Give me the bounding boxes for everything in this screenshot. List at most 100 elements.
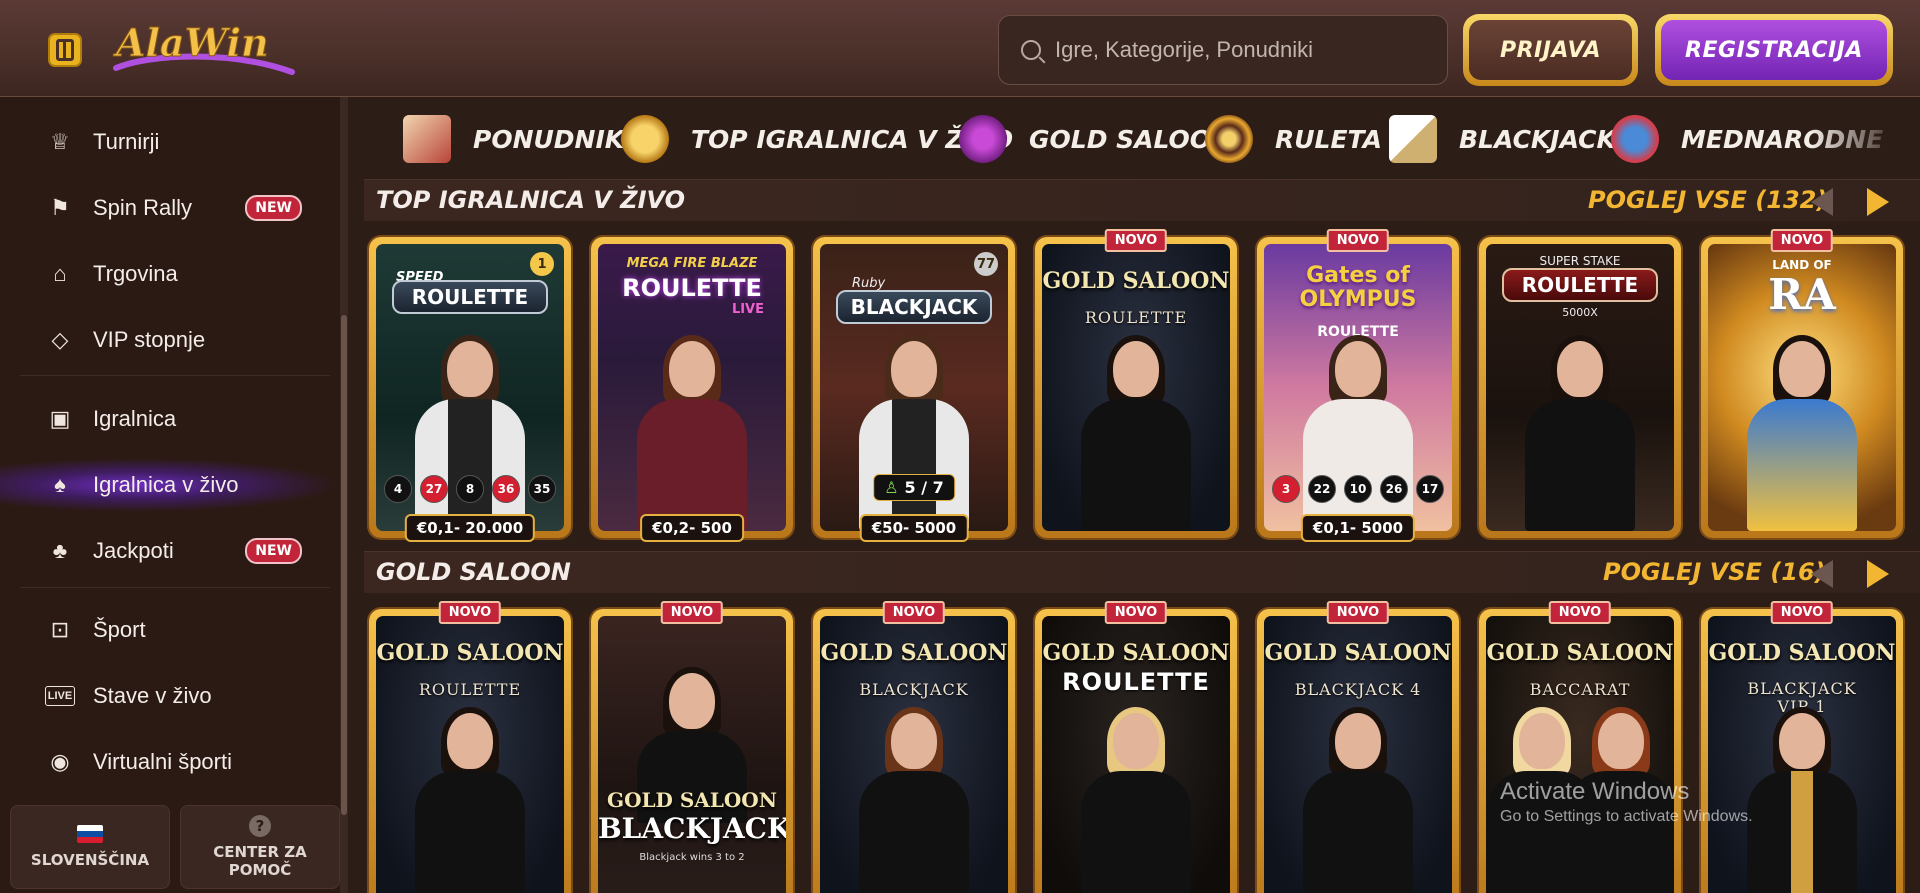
card-title: GOLD SALOON <box>1042 268 1230 294</box>
site-logo[interactable]: AlaWin <box>110 14 300 80</box>
dealer-image <box>405 707 535 893</box>
category-blackjack[interactable]: BLACKJACK <box>1389 111 1616 167</box>
card-title: GOLD SALOON <box>820 640 1008 666</box>
number-chip: 26 <box>1380 475 1408 503</box>
bet-limit: €50- 5000 <box>859 514 969 542</box>
card-title: ROULETTE <box>1502 268 1658 302</box>
sidebar-item-sport[interactable]: ⊡ Šport <box>0 603 338 657</box>
sidebar-item-label: Stave v živo <box>93 683 212 708</box>
game-card-gold-saloon-blackjack-4[interactable]: NOVO GOLD SALOON BLACKJACK 4 <box>1257 601 1459 893</box>
game-card-gold-saloon-blackjack-vip-1[interactable]: NOVO GOLD SALOON BLACKJACK VIP 1 <box>1701 601 1903 893</box>
prev-arrow-icon[interactable] <box>1806 558 1838 590</box>
sidebar-item-virtualni-sporti[interactable]: ◉ Virtualni športi <box>0 735 338 789</box>
card-title: GOLD SALOON <box>1486 640 1674 666</box>
sidebar-item-label: Šport <box>93 617 146 642</box>
dealer-image <box>849 707 979 893</box>
prev-arrow-icon[interactable] <box>1806 186 1838 218</box>
game-card-gold-saloon-roulette[interactable]: NOVO GOLD SALOON ROULETTE <box>1035 229 1237 538</box>
sidebar-item-spin-rally[interactable]: ⚑ Spin Rally NEW <box>0 181 338 235</box>
novo-badge: NOVO <box>660 601 724 624</box>
sidebar-toggle-button[interactable] <box>48 33 82 67</box>
fleur-de-lis-icon <box>959 115 1007 163</box>
category-ruleta[interactable]: RULETA <box>1205 111 1382 167</box>
dealer-image <box>1071 335 1201 531</box>
help-label-line2: POMOČ <box>228 861 292 879</box>
login-button[interactable]: PRIJAVA <box>1463 14 1638 86</box>
sidebar-item-igralnica-v-zivo[interactable]: ♠ Igralnica v živo <box>0 458 338 512</box>
category-label: BLACKJACK <box>1459 124 1616 154</box>
live-icon: LIVE <box>45 686 75 706</box>
globe-icon <box>1611 115 1659 163</box>
card-subtitle: BLACKJACK <box>859 680 969 699</box>
game-card-mega-fire-blaze-roulette[interactable]: MEGA FIRE BLAZE ROULETTE LIVE €0,2- 500 <box>591 237 793 542</box>
sidebar-divider <box>20 587 330 588</box>
game-card-land-of-ra[interactable]: NOVO LAND OF RA <box>1701 229 1903 538</box>
card-title: GOLD SALOON <box>1708 640 1896 666</box>
section-header-top-live: TOP IGRALNICA V ŽIVO POGLEJ VSE (132) <box>364 179 1920 221</box>
category-top-igralnica[interactable]: TOP IGRALNICA V ŽIVO <box>621 111 1013 167</box>
help-center-button[interactable]: ? CENTER ZA POMOČ <box>180 805 340 889</box>
playing-cards-icon <box>1389 115 1437 163</box>
category-nav: PONUDNIKI TOP IGRALNICA V ŽIVO GOLD SALO… <box>349 97 1920 179</box>
sidebar-item-turnirji[interactable]: ♕ Turnirji <box>0 115 338 169</box>
seats-text: 5 / 7 <box>904 478 944 497</box>
view-all-link[interactable]: POGLEJ VSE (16) <box>1603 558 1826 586</box>
view-all-link[interactable]: POGLEJ VSE (132) <box>1588 186 1827 214</box>
sidebar-scroll-thumb[interactable] <box>341 315 347 815</box>
game-card-ruby-blackjack[interactable]: 77 Ruby BLACKJACK ♙ 5 / 7 €50- 5000 <box>813 237 1015 542</box>
number-chip: 17 <box>1416 475 1444 503</box>
card-posttitle: LIVE <box>731 302 764 317</box>
search-bar[interactable] <box>998 15 1448 85</box>
diamond-icon: ◇ <box>51 327 69 352</box>
game-card-gates-of-olympus-roulette[interactable]: NOVO Gates of OLYMPUS ROULETTE 3 22 10 2… <box>1257 229 1459 542</box>
language-selector[interactable]: SLOVENŠČINA <box>10 805 170 889</box>
sidebar-item-igralnica[interactable]: ▣ Igralnica <box>0 392 338 446</box>
bet-limit: €0,2- 500 <box>640 514 744 542</box>
number-chip: 27 <box>420 475 448 503</box>
novo-badge: NOVO <box>882 601 946 624</box>
rank-badge: 1 <box>530 252 554 276</box>
card-subtitle: ROULETTE <box>418 680 522 699</box>
last-numbers: 3 22 10 26 17 <box>1272 475 1444 503</box>
register-button[interactable]: REGISTRACIJA <box>1655 14 1893 86</box>
game-card-gold-saloon-blackjack[interactable]: NOVO GOLD SALOON BLACKJACK <box>813 601 1015 893</box>
language-label: SLOVENŠČINA <box>30 851 150 869</box>
game-card-gold-saloon-baccarat[interactable]: NOVO GOLD SALOON BACCARAT <box>1479 601 1681 893</box>
next-arrow-icon[interactable] <box>1862 186 1894 218</box>
sidebar-item-vip[interactable]: ◇ VIP stopnje <box>0 313 338 367</box>
help-icon: ? <box>249 815 271 837</box>
category-gold-saloon[interactable]: GOLD SALOON <box>959 111 1232 167</box>
novo-badge: NOVO <box>1104 229 1168 252</box>
game-card-gold-saloon-blackjack-large[interactable]: NOVO GOLD SALOON BLACKJACK Blackjack win… <box>591 601 793 893</box>
category-label: GOLD SALOON <box>1029 124 1232 154</box>
slot-machine-icon: ▣ <box>49 406 71 431</box>
sidebar-item-label: Igralnica v živo <box>93 472 239 497</box>
new-badge: NEW <box>245 195 302 221</box>
sidebar-item-jackpoti[interactable]: ♣ Jackpoti NEW <box>0 524 338 578</box>
chips-icon <box>621 115 669 163</box>
game-card-gold-saloon-roulette-2[interactable]: NOVO GOLD SALOON ROULETTE <box>1035 601 1237 893</box>
top-header: AlaWin PRIJAVA REGISTRACIJA <box>0 0 1920 97</box>
shop-icon: ⌂ <box>53 261 67 286</box>
new-badge: NEW <box>245 538 302 564</box>
game-card-gold-saloon-roulette[interactable]: NOVO GOLD SALOON ROULETTE <box>369 601 571 893</box>
search-input[interactable] <box>1055 37 1435 63</box>
sidebar-item-stave-v-zivo[interactable]: LIVE Stave v živo <box>0 669 338 723</box>
sidebar-item-trgovina[interactable]: ⌂ Trgovina <box>0 247 338 301</box>
sidebar-item-label: VIP stopnje <box>93 327 206 352</box>
game-card-super-stake-roulette[interactable]: SUPER STAKE ROULETTE 5000X <box>1479 237 1681 538</box>
card-pretitle: Ruby <box>852 276 886 291</box>
card-footer: Blackjack wins 3 to 2 <box>639 852 745 863</box>
category-fade <box>1810 97 1920 179</box>
dealer-image <box>849 335 979 531</box>
sidebar-item-label: Jackpoti <box>93 538 174 563</box>
card-subtitle: BACCARAT <box>1529 680 1631 699</box>
category-ponudniki[interactable]: PONUDNIKI <box>403 111 633 167</box>
sidebar-toggle-icon <box>56 39 74 61</box>
watermark-line1: Activate Windows <box>1500 778 1690 805</box>
game-card-speed-roulette[interactable]: 1 SPEED ROULETTE 4 27 8 36 35 €0,1- 20.0… <box>369 237 571 542</box>
card-title: ROULETTE <box>622 274 762 302</box>
next-arrow-icon[interactable] <box>1862 558 1894 590</box>
sidebar-item-label: Trgovina <box>93 261 178 286</box>
search-icon <box>1021 40 1041 60</box>
